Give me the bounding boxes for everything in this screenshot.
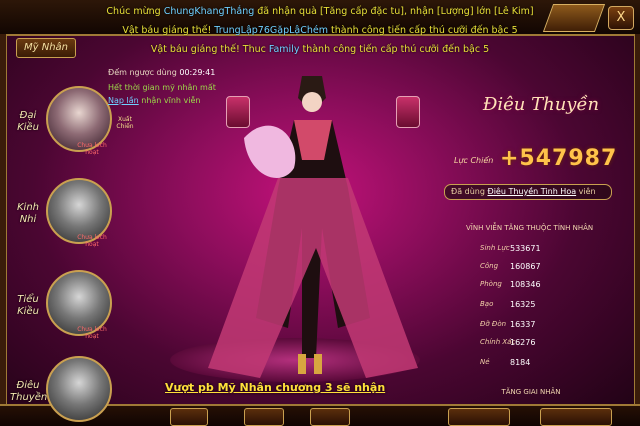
character-info-panel: Điêu Thuyền Lực Chiến +547987 Đã dùng Đi…: [436, 68, 632, 404]
hero-lock-label: Chưa kích hoạt: [77, 234, 107, 248]
hero-name: Tiểu Kiều: [17, 294, 39, 317]
bottom-action-button[interactable]: [540, 408, 612, 426]
game-window: X Chúc mừng ChungKhangThắng đã nhận quà …: [0, 0, 640, 426]
essence-used-box: Đã dùng Điêu Thuyền Tinh Hoa viên: [444, 184, 612, 200]
player-name[interactable]: ChungKhangThắng: [164, 6, 255, 17]
player-name[interactable]: Family: [269, 44, 300, 55]
character-figure: [208, 76, 418, 378]
hero-name: Kinh Nhi: [16, 202, 39, 225]
stats-title: VĨNH VIỄN TĂNG THUỘC TÍNH NHÂN: [466, 224, 594, 232]
bottom-action-button[interactable]: [244, 408, 284, 426]
stat-row: Phòng 108346: [480, 280, 541, 289]
bottom-action-button[interactable]: [170, 408, 208, 426]
hero-portrait: [46, 356, 112, 422]
character-name: Điêu Thuyền: [482, 94, 600, 115]
hero-status-badge: Xuất Chiến: [116, 116, 134, 130]
hero-name: Điêu Thuyền: [10, 380, 48, 403]
hero-slot-kinh-nhi[interactable]: Kinh Nhi Chưa kích hoạt: [10, 172, 118, 258]
announcement-1: Chúc mừng ChungKhangThắng đã nhận quà [T…: [106, 6, 534, 17]
essence-item-link[interactable]: Điêu Thuyền Tinh Hoa: [488, 187, 577, 196]
power-value: +547987: [500, 146, 618, 171]
hero-lock-label: Chưa kích hoạt: [77, 142, 107, 156]
stat-row: Công 160867: [480, 262, 541, 271]
announcement-2: Vật báu giáng thế! TrungLập76GặpLậChém t…: [122, 25, 518, 36]
recharge-link[interactable]: Nạp lần: [108, 96, 139, 105]
upgrade-beauty-button[interactable]: TĂNG GIAI NHÂN: [496, 388, 566, 400]
hero-slot-dieu-thuyen[interactable]: Điêu Thuyền: [10, 350, 118, 426]
player-name[interactable]: TrungLập76GặpLậChém: [214, 25, 328, 36]
unlock-banner-link[interactable]: Vượt pb Mỹ Nhân chương 3 sẽ nhận: [165, 381, 385, 394]
hero-sidebar: Đại Kiều Xuất Chiến Chưa kích hoạt Kinh …: [6, 60, 134, 422]
announcement-3: Vật báu giáng thế! Thuc Family thành côn…: [150, 44, 490, 55]
stat-row: Chính Xác 16276: [480, 338, 536, 347]
right-frame: [634, 34, 640, 406]
stat-row: Đỡ Đòn 16337: [480, 320, 536, 329]
power-label: Lực Chiến: [454, 156, 494, 165]
stat-row: Sinh Lực 533671: [480, 244, 541, 253]
bottom-action-button[interactable]: [448, 408, 510, 426]
stat-row: Bạo 16325: [480, 300, 536, 309]
hero-lock-label: Chưa kích hoạt: [77, 326, 107, 340]
bottom-action-button[interactable]: [310, 408, 350, 426]
stat-row: Né 8184: [480, 358, 531, 367]
hero-slot-dai-kieu[interactable]: Đại Kiều Xuất Chiến Chưa kích hoạt: [10, 80, 134, 166]
tab-my-nhan[interactable]: Mỹ Nhân: [16, 38, 76, 58]
hero-slot-tieu-kieu[interactable]: Tiểu Kiều Chưa kích hoạt: [10, 264, 118, 350]
hero-name: Đại Kiều: [17, 110, 39, 133]
